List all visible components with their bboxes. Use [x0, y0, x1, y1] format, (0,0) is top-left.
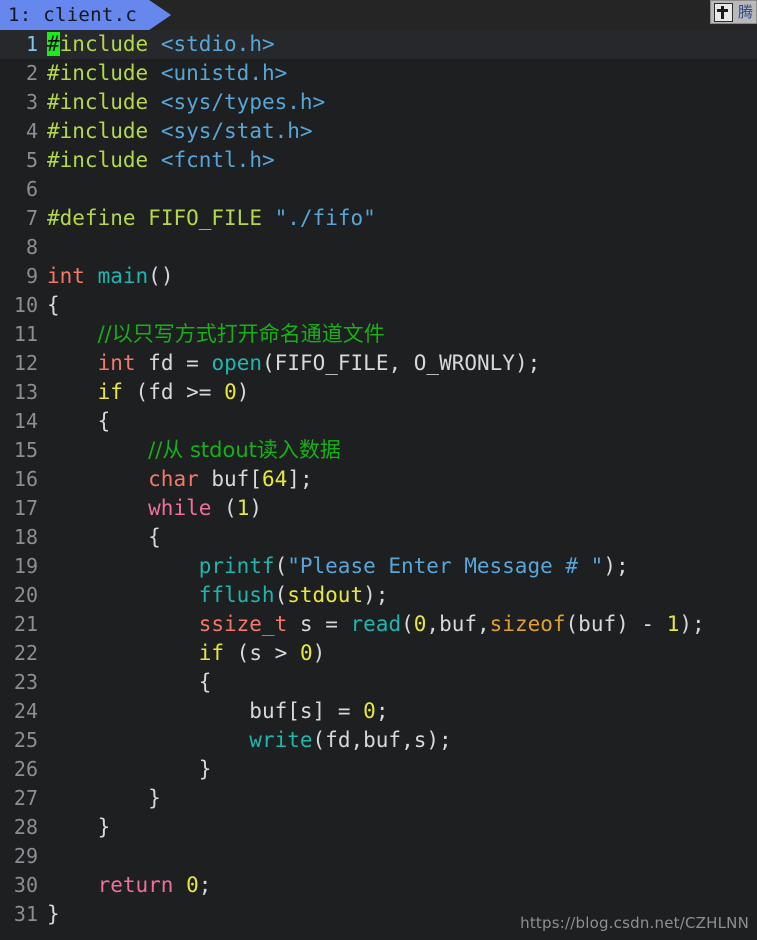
- line-content[interactable]: {: [38, 291, 60, 320]
- editor-window: 1: client.c 腾 1 #include <stdio.h> 2 #inclu…: [0, 0, 757, 940]
- line-content[interactable]: #include <sys/stat.h>: [38, 117, 313, 146]
- line-content[interactable]: printf("Please Enter Message # ");: [38, 552, 629, 581]
- line-content[interactable]: fflush(stdout);: [38, 581, 389, 610]
- code-line[interactable]: 10{: [0, 291, 757, 320]
- code-line[interactable]: 17 while (1): [0, 494, 757, 523]
- line-number: 3: [25, 90, 38, 114]
- line-number: 2: [25, 61, 38, 85]
- code-line[interactable]: 13 if (fd >= 0): [0, 378, 757, 407]
- line-number: 12: [13, 351, 38, 375]
- line-number: 25: [13, 728, 38, 752]
- line-number: 21: [13, 612, 38, 636]
- line-content[interactable]: write(fd,buf,s);: [38, 726, 451, 755]
- code-line[interactable]: 11 //以只写方式打开命名通道文件: [0, 320, 757, 349]
- code-line[interactable]: 19 printf("Please Enter Message # ");: [0, 552, 757, 581]
- line-number: 5: [25, 148, 38, 172]
- tab-client-c[interactable]: 1: client.c: [0, 0, 171, 30]
- line-content[interactable]: {: [38, 668, 212, 697]
- line-number: 15: [13, 438, 38, 462]
- code-line[interactable]: 14 {: [0, 407, 757, 436]
- ime-label: 腾: [737, 2, 753, 21]
- watermark: https://blog.csdn.net/CZHLNN: [520, 914, 749, 932]
- code-line[interactable]: 30 return 0;: [0, 871, 757, 900]
- line-content[interactable]: buf[s] = 0;: [38, 697, 388, 726]
- pin-icon[interactable]: [713, 2, 733, 22]
- line-content[interactable]: int main(): [38, 262, 173, 291]
- code-line[interactable]: 9 int main(): [0, 262, 757, 291]
- line-content[interactable]: }: [38, 755, 212, 784]
- line-number: 17: [13, 496, 38, 520]
- line-content[interactable]: #include <fcntl.h>: [38, 146, 275, 175]
- line-content[interactable]: #include <stdio.h>: [38, 30, 275, 59]
- line-number: 18: [13, 525, 38, 549]
- line-content[interactable]: }: [38, 813, 111, 842]
- code-line[interactable]: 24 buf[s] = 0;: [0, 697, 757, 726]
- line-content[interactable]: ssize_t s = read(0,buf,sizeof(buf) - 1);: [38, 610, 705, 639]
- code-line[interactable]: 6: [0, 175, 757, 204]
- code-line[interactable]: 12 int fd = open(FIFO_FILE, O_WRONLY);: [0, 349, 757, 378]
- line-number: 19: [13, 554, 38, 578]
- line-number: 28: [13, 815, 38, 839]
- line-content[interactable]: int fd = open(FIFO_FILE, O_WRONLY);: [38, 349, 541, 378]
- code-line[interactable]: 2 #include <unistd.h>: [0, 59, 757, 88]
- line-content[interactable]: #include <unistd.h>: [38, 59, 287, 88]
- code-line[interactable]: 8: [0, 233, 757, 262]
- line-content[interactable]: if (s > 0): [38, 639, 326, 668]
- code-line[interactable]: 18 {: [0, 523, 757, 552]
- line-number: 29: [13, 844, 38, 868]
- line-number: 31: [13, 902, 38, 926]
- line-number: 30: [13, 873, 38, 897]
- line-number: 27: [13, 786, 38, 810]
- line-content[interactable]: {: [38, 407, 111, 436]
- line-number: 13: [13, 380, 38, 404]
- line-number: 9: [25, 264, 38, 288]
- line-content[interactable]: while (1): [38, 494, 262, 523]
- ime-floating-widget[interactable]: 腾: [709, 0, 757, 24]
- code-line[interactable]: 22 if (s > 0): [0, 639, 757, 668]
- line-content[interactable]: if (fd >= 0): [38, 378, 250, 407]
- line-number: 4: [25, 119, 38, 143]
- line-content[interactable]: }: [38, 784, 161, 813]
- line-content[interactable]: //从 stdout读入数据: [38, 436, 341, 465]
- line-number: 20: [13, 583, 38, 607]
- line-number: 23: [13, 670, 38, 694]
- line-number: 24: [13, 699, 38, 723]
- code-line[interactable]: 3 #include <sys/types.h>: [0, 88, 757, 117]
- line-number: 16: [13, 467, 38, 491]
- line-content[interactable]: char buf[64];: [38, 465, 312, 494]
- line-number: 6: [25, 177, 38, 201]
- code-line[interactable]: 29: [0, 842, 757, 871]
- code-area[interactable]: 1 #include <stdio.h> 2 #include <unistd.h> 3…: [0, 30, 757, 940]
- code-line[interactable]: 25 write(fd,buf,s);: [0, 726, 757, 755]
- code-line[interactable]: 20 fflush(stdout);: [0, 581, 757, 610]
- code-line[interactable]: 4 #include <sys/stat.h>: [0, 117, 757, 146]
- code-line[interactable]: 16 char buf[64];: [0, 465, 757, 494]
- line-number: 8: [25, 235, 38, 259]
- tab-bar: 1: client.c 腾: [0, 0, 757, 30]
- line-content[interactable]: #include <sys/types.h>: [38, 88, 325, 117]
- line-content[interactable]: return 0;: [38, 871, 212, 900]
- line-number: 11: [13, 322, 38, 346]
- line-content[interactable]: //以只写方式打开命名通道文件: [38, 320, 385, 349]
- line-content[interactable]: {: [38, 523, 161, 552]
- code-line[interactable]: 1 #include <stdio.h>: [0, 30, 757, 59]
- code-line[interactable]: 26 }: [0, 755, 757, 784]
- line-content[interactable]: }: [38, 900, 60, 929]
- line-number: 22: [13, 641, 38, 665]
- line-number: 10: [13, 293, 38, 317]
- code-line[interactable]: 15 //从 stdout读入数据: [0, 436, 757, 465]
- code-line[interactable]: 7 #define FIFO_FILE "./fifo": [0, 204, 757, 233]
- code-line[interactable]: 21 ssize_t s = read(0,buf,sizeof(buf) - …: [0, 610, 757, 639]
- line-number: 7: [25, 206, 38, 230]
- line-number: 1: [25, 32, 38, 56]
- line-number: 26: [13, 757, 38, 781]
- code-line[interactable]: 5 #include <fcntl.h>: [0, 146, 757, 175]
- line-content[interactable]: #define FIFO_FILE "./fifo": [38, 204, 376, 233]
- code-line[interactable]: 23 {: [0, 668, 757, 697]
- code-line[interactable]: 27 }: [0, 784, 757, 813]
- code-line[interactable]: 28 }: [0, 813, 757, 842]
- line-number: 14: [13, 409, 38, 433]
